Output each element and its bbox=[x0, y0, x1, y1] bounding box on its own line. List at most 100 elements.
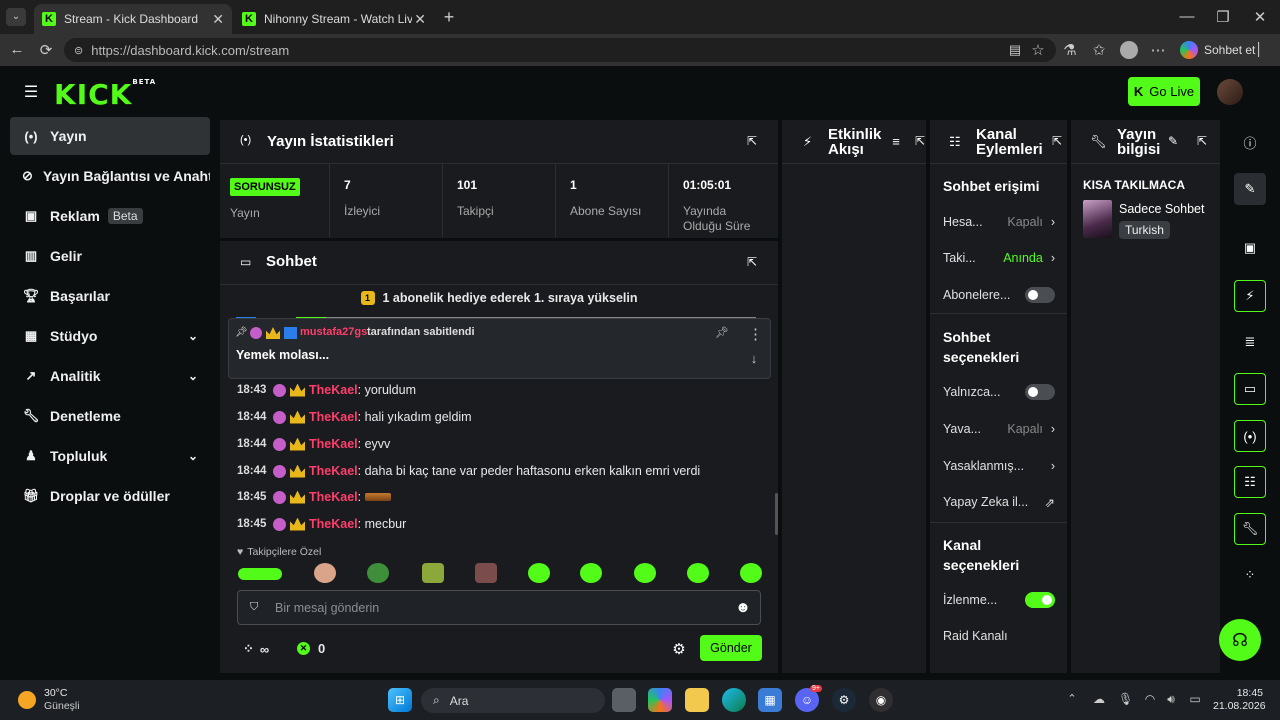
reader-view-icon[interactable]: ▤ bbox=[1007, 42, 1023, 58]
more-menu-icon[interactable]: ⋯ bbox=[1150, 41, 1166, 59]
start-icon[interactable]: ⊞ bbox=[388, 688, 412, 712]
broadcast-icon[interactable]: (•) bbox=[1234, 420, 1266, 452]
popout-icon[interactable]: ⇱ bbox=[745, 134, 759, 148]
task-view-icon[interactable] bbox=[612, 688, 636, 712]
list-icon[interactable]: ≣ bbox=[1234, 326, 1266, 358]
sidebar-item-reklam[interactable]: ▣ Reklam Beta bbox=[10, 197, 210, 235]
favorites-icon[interactable]: ✩ bbox=[1091, 41, 1107, 59]
emote-icon[interactable] bbox=[580, 563, 602, 583]
lightning-icon[interactable]: ⚡︎ bbox=[1234, 280, 1266, 312]
setting-subscribers-only[interactable]: Abonelere... bbox=[943, 285, 1055, 305]
minimize-icon[interactable]: — bbox=[1178, 8, 1196, 25]
more-options-icon[interactable]: ⋮ bbox=[748, 325, 763, 343]
toggle-switch[interactable] bbox=[1025, 384, 1055, 400]
file-explorer-icon[interactable] bbox=[685, 688, 709, 712]
chat-message[interactable]: 18:44 TheKael: daha bi kaç tane var peder… bbox=[237, 461, 700, 481]
back-icon[interactable]: ← bbox=[8, 41, 26, 58]
obs-icon[interactable]: ◉ bbox=[869, 688, 893, 712]
go-live-button[interactable]: K Go Live bbox=[1128, 77, 1200, 106]
setting-watch-party[interactable]: İzlenme... bbox=[943, 590, 1055, 610]
pinned-user[interactable]: mustafa27gs bbox=[300, 326, 367, 338]
close-tab-icon[interactable]: ✕ bbox=[414, 11, 426, 28]
chat-icon[interactable]: ▭ bbox=[1234, 373, 1266, 405]
tray-overflow-icon[interactable]: ⌃ bbox=[1066, 692, 1078, 705]
onedrive-icon[interactable]: ☁ bbox=[1090, 692, 1108, 706]
sidebar-item-studyo[interactable]: ▦ Stüdyo ⌄ bbox=[10, 317, 210, 355]
gift-sub-banner[interactable]: 1 1 abonelik hediye ederek 1. sıraya yük… bbox=[220, 288, 778, 308]
category-name[interactable]: Sadece Sohbet bbox=[1119, 202, 1205, 216]
edge-icon[interactable] bbox=[722, 688, 746, 712]
popout-icon[interactable]: ⇱ bbox=[914, 134, 926, 148]
emote-icon[interactable] bbox=[528, 563, 550, 583]
sidebar-item-droplar[interactable]: 🎁︎ Droplar ve ödüller bbox=[10, 477, 210, 515]
sidebar-item-basarilar[interactable]: 🏆︎ Başarılar bbox=[10, 277, 210, 315]
wrench-icon[interactable]: 🔧︎ bbox=[1234, 513, 1266, 545]
kick-logo[interactable]: KICKBETA bbox=[54, 78, 156, 111]
profile-avatar-icon[interactable] bbox=[1120, 41, 1138, 59]
video-icon[interactable]: ▣ bbox=[1234, 232, 1266, 264]
setting-ai-moderation[interactable]: Yapay Zeka il... ⇗ bbox=[943, 492, 1055, 512]
emote-icon[interactable] bbox=[314, 563, 336, 583]
actions-icon[interactable]: ☷ bbox=[1234, 466, 1266, 498]
sidebar-toggle-icon[interactable]: ⎸ bbox=[1258, 41, 1273, 58]
extensions-icon[interactable]: ⚗ bbox=[1062, 41, 1078, 59]
sidebar-item-gelir[interactable]: ▥ Gelir bbox=[10, 237, 210, 275]
setting-account-age[interactable]: Hesa... Kapalı › bbox=[943, 212, 1055, 232]
toggle-switch[interactable] bbox=[1025, 287, 1055, 303]
close-window-icon[interactable]: ✕ bbox=[1251, 8, 1269, 26]
steam-icon[interactable]: ⚙ bbox=[832, 688, 856, 712]
tab-actions-icon[interactable]: ⌄ bbox=[6, 8, 26, 26]
close-tab-icon[interactable]: ✕ bbox=[212, 11, 224, 28]
setting-banned-words[interactable]: Yasaklanmış... › bbox=[943, 456, 1055, 476]
taskbar-search[interactable]: ⌕ Ara bbox=[421, 688, 605, 713]
sidebar-item-yayin[interactable]: (•) Yayın bbox=[10, 117, 210, 155]
hamburger-menu-icon[interactable]: ☰ bbox=[22, 82, 40, 102]
chat-message[interactable]: 18:43 TheKael: yoruldum bbox=[237, 380, 416, 400]
channel-points[interactable]: ⁘ ∞ bbox=[243, 641, 269, 657]
chat-scrollbar[interactable] bbox=[775, 493, 778, 535]
popout-icon[interactable]: ⇱ bbox=[745, 255, 759, 269]
sidebar-item-topluluk[interactable]: ♟ Topluluk ⌄ bbox=[10, 437, 210, 475]
maximize-icon[interactable]: ❐ bbox=[1214, 8, 1232, 26]
chat-message[interactable]: 18:44 TheKael: hali yıkadım geldim bbox=[237, 407, 472, 427]
favorite-star-icon[interactable]: ☆ bbox=[1030, 41, 1046, 59]
browser-tab-kick-dashboard[interactable]: K Stream - Kick Dashboard ✕ bbox=[34, 4, 232, 34]
chat-message[interactable]: 18:45 TheKael: bbox=[237, 487, 391, 507]
category-thumbnail[interactable] bbox=[1083, 200, 1112, 238]
emote-icon[interactable] bbox=[422, 563, 444, 583]
emote-icon[interactable] bbox=[687, 563, 709, 583]
clock[interactable]: 18:45 21.08.2026 bbox=[1213, 687, 1266, 713]
mic-icon[interactable]: 🎙︎ bbox=[1118, 692, 1133, 706]
browser-tab-nihonny[interactable]: K Nihonny Stream - Watch Live on K ✕ bbox=[234, 4, 434, 34]
chat-settings-icon[interactable]: ⚙ bbox=[671, 640, 687, 658]
sidebar-item-denetleme[interactable]: 🔧︎ Denetleme bbox=[10, 397, 210, 435]
copilot-button[interactable]: Sohbet et bbox=[1180, 40, 1255, 60]
chat-message[interactable]: 18:44 TheKael: eyvv bbox=[237, 434, 390, 454]
emote-icon[interactable] bbox=[475, 563, 497, 583]
info-icon[interactable]: ⓘ bbox=[1234, 126, 1266, 158]
weather-widget[interactable]: 30°C Güneşli bbox=[18, 687, 80, 713]
support-chat-icon[interactable]: ☊ bbox=[1219, 619, 1261, 661]
sidebar-item-analitik[interactable]: ↗ Analitik ⌄ bbox=[10, 357, 210, 395]
refresh-icon[interactable]: ⟳ bbox=[37, 41, 55, 59]
store-icon[interactable]: ▦ bbox=[758, 688, 782, 712]
toggle-switch[interactable] bbox=[1025, 592, 1055, 608]
send-button[interactable]: Gönder bbox=[700, 635, 762, 661]
emote-icon[interactable] bbox=[238, 568, 282, 580]
wifi-icon[interactable]: ◠ bbox=[1142, 692, 1158, 706]
emote-icon[interactable] bbox=[740, 563, 762, 583]
chat-message[interactable]: 18:45 TheKael: mecbur bbox=[237, 514, 406, 534]
setting-emote-only[interactable]: Yalnızca... bbox=[943, 382, 1055, 402]
battery-icon[interactable]: ▭ bbox=[1186, 692, 1204, 706]
setting-raid-channel[interactable]: Raid Kanalı bbox=[943, 626, 1055, 646]
edit-icon[interactable]: ✎ bbox=[1234, 173, 1266, 205]
community-icon[interactable]: ⁘ bbox=[1234, 559, 1266, 591]
filter-icon[interactable]: ≡ bbox=[889, 134, 903, 149]
popout-icon[interactable]: ⇱ bbox=[1196, 134, 1208, 148]
site-info-icon[interactable]: ⊜ bbox=[74, 44, 83, 57]
new-tab-icon[interactable]: + bbox=[440, 7, 458, 28]
expand-pinned-icon[interactable]: ↓ bbox=[748, 351, 760, 366]
emote-icon[interactable] bbox=[634, 563, 656, 583]
user-avatar[interactable] bbox=[1217, 79, 1243, 105]
popout-icon[interactable]: ⇱ bbox=[1050, 134, 1064, 148]
